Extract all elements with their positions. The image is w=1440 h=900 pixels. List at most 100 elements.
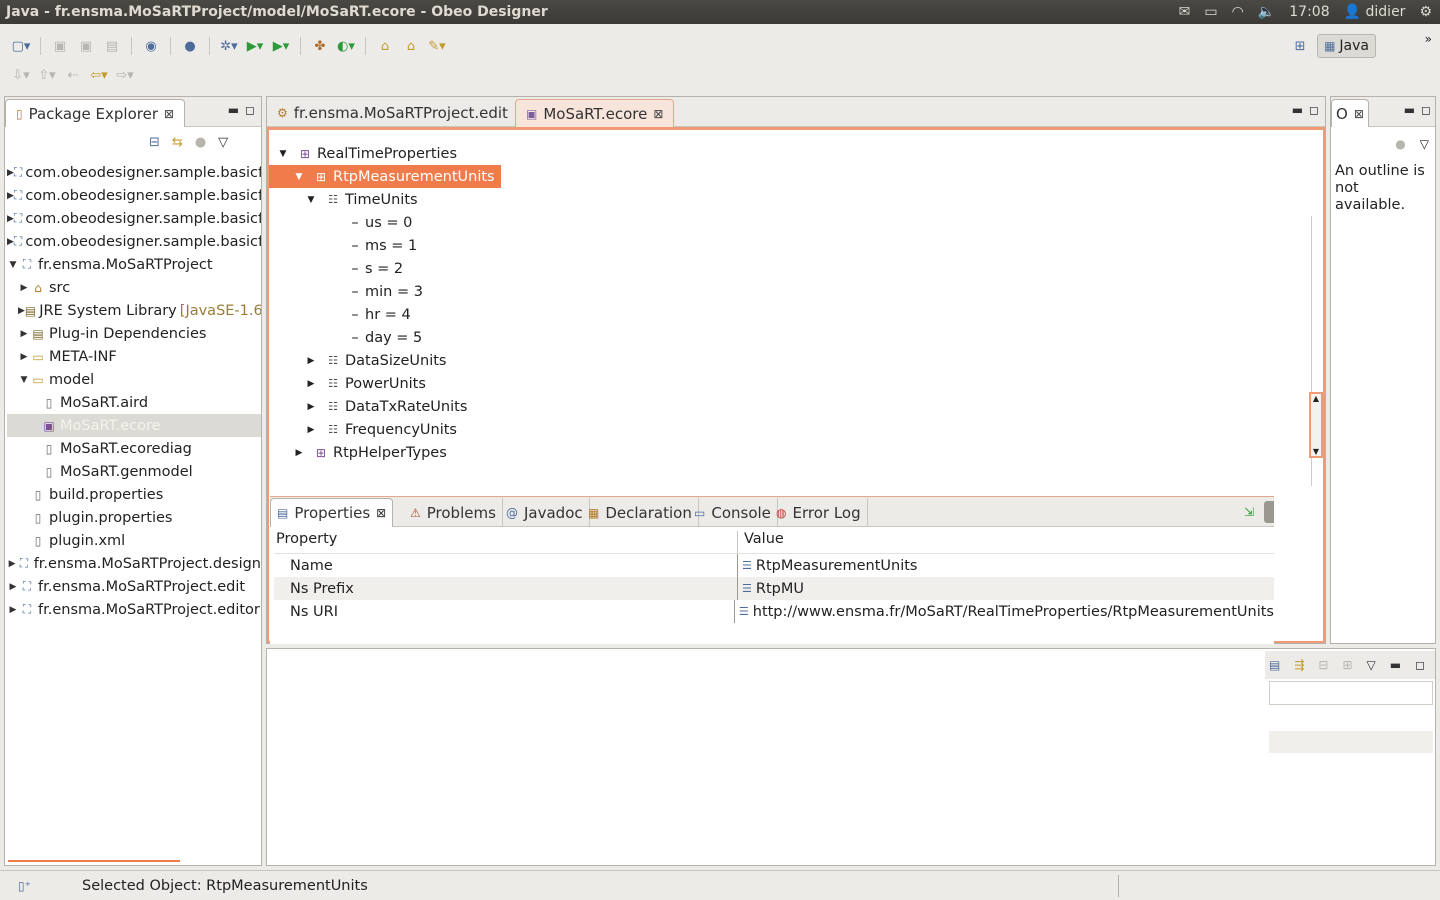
user-menu[interactable]: 👤 didier	[1344, 4, 1406, 20]
tree-item[interactable]: ▼ ▭ model	[7, 368, 261, 391]
tree-item[interactable]: ▶ ⌂ src	[7, 276, 261, 299]
scroll-up-icon[interactable]: ▲	[1313, 394, 1319, 403]
collapsed-arrow-icon[interactable]: ▶	[18, 306, 25, 316]
collapse-icon[interactable]: ⊟	[1318, 658, 1328, 672]
clock[interactable]: 17:08	[1289, 4, 1329, 20]
collapsed-arrow-icon[interactable]: ▶	[305, 379, 317, 389]
tree-item[interactable]: ▯ MoSaRT.aird	[7, 391, 261, 414]
collapsed-arrow-icon[interactable]: ▶	[7, 168, 14, 178]
ecore-tree-item[interactable]: ▶ ☷ PowerUnits	[305, 372, 426, 395]
run-icon[interactable]: ▶▾	[244, 35, 266, 57]
property-value-cell[interactable]: ☰ RtpMeasurementUnits	[738, 558, 917, 574]
last-edit-icon[interactable]: ⇠	[62, 64, 84, 86]
save-all-icon[interactable]: ▣	[75, 35, 97, 57]
expand-icon[interactable]: ⊞	[1342, 658, 1352, 672]
expanded-arrow-icon[interactable]: ▼	[18, 375, 30, 385]
column-header-property[interactable]: Property	[274, 531, 738, 553]
column-header-value[interactable]: Value	[738, 531, 784, 553]
maximize-icon[interactable]: ◻	[245, 103, 255, 117]
table-row[interactable]: Name ☰ RtpMeasurementUnits	[274, 554, 1274, 577]
collapsed-arrow-icon[interactable]: ▶	[7, 214, 14, 224]
ecore-tree-item[interactable]: ▶ ☷ DataTxRateUnits	[305, 395, 468, 418]
chevron-right-icon[interactable]: »	[1425, 32, 1432, 46]
scroll-down-icon[interactable]: ▼	[1313, 447, 1319, 456]
collapsed-arrow-icon[interactable]: ▶	[305, 402, 317, 412]
tab-edit-project[interactable]: ⚙ fr.ensma.MoSaRTProject.edit	[267, 99, 518, 127]
expanded-arrow-icon[interactable]: ▼	[7, 260, 19, 270]
tab-problems[interactable]: ⚠ Problems	[404, 498, 503, 527]
view-menu-icon[interactable]: ▽	[1420, 137, 1429, 151]
collapsed-arrow-icon[interactable]: ▶	[7, 191, 14, 201]
ecore-tree-item[interactable]: – s = 2	[329, 257, 403, 280]
minimize-icon[interactable]: ▬	[228, 103, 239, 117]
tree-item[interactable]: ▶ ⛶ com.obeodesigner.sample.basicf	[7, 207, 261, 230]
run-external-icon[interactable]: ▶▾	[270, 35, 292, 57]
perspective-java-button[interactable]: ▦ Java	[1317, 34, 1376, 58]
close-icon[interactable]: ⊠	[164, 107, 174, 121]
sphere-icon[interactable]: ●	[179, 35, 201, 57]
battery-icon[interactable]: ▭	[1204, 4, 1217, 20]
tree-item[interactable]: ▶ ⛶ fr.ensma.MoSaRTProject.editor	[7, 598, 261, 621]
link-editor-icon[interactable]: ⇆	[172, 135, 183, 150]
tree-item[interactable]: ▶ ⛶ fr.ensma.MoSaRTProject.design	[7, 552, 261, 575]
tree-item[interactable]: ▯ plugin.properties	[7, 506, 261, 529]
view-menu-button[interactable]	[1264, 501, 1274, 523]
tree-item[interactable]: ▯ MoSaRT.ecorediag	[7, 437, 261, 460]
ecore-tree-item[interactable]: ▶ ☷ DataSizeUnits	[305, 349, 447, 372]
minimize-icon[interactable]: ▬	[1292, 103, 1303, 117]
tree-item[interactable]: ▯ plugin.xml	[7, 529, 261, 552]
tree-item[interactable]: ▣ MoSaRT.ecore	[7, 414, 261, 437]
maximize-icon[interactable]: ◻	[1415, 658, 1425, 672]
tree-item[interactable]: ▯ MoSaRT.genmodel	[7, 460, 261, 483]
property-value-cell[interactable]: ☰ RtpMU	[738, 581, 804, 597]
open-folder-icon[interactable]: ⌂	[400, 35, 422, 57]
tab-error-log[interactable]: ◍ Error Log	[770, 498, 868, 527]
pin-icon[interactable]: ⇲	[1244, 505, 1254, 519]
fast-view-icon[interactable]: ▯⁺	[18, 879, 38, 893]
prev-annotation-icon[interactable]: ⇧▾	[36, 64, 58, 86]
ecore-tree-item[interactable]: – us = 0	[329, 211, 412, 234]
open-perspective-icon[interactable]: ⊞	[1289, 35, 1311, 57]
collapsed-arrow-icon[interactable]: ▶	[18, 352, 30, 362]
collapsed-arrow-icon[interactable]: ▶	[18, 283, 30, 293]
collapsed-arrow-icon[interactable]: ▶	[293, 448, 305, 458]
tree-item[interactable]: ▶ ⛶ com.obeodesigner.sample.basicf	[7, 184, 261, 207]
tree-item[interactable]: ▶ ⛶ com.obeodesigner.sample.basicf	[7, 230, 261, 253]
scrollbar-thumb[interactable]: ▲ ▼	[1309, 392, 1323, 458]
tab-mosart-ecore[interactable]: ▣ MoSaRT.ecore ⊠	[515, 99, 675, 127]
filter-icon[interactable]: ⇶	[1294, 658, 1304, 672]
ecore-tree-item[interactable]: – day = 5	[329, 326, 422, 349]
collapsed-arrow-icon[interactable]: ▶	[7, 605, 19, 615]
expanded-arrow-icon[interactable]: ▼	[293, 172, 305, 182]
close-icon[interactable]: ⊠	[376, 506, 386, 520]
globe-icon[interactable]: ◉	[140, 35, 162, 57]
focus-icon[interactable]: ●	[195, 135, 206, 150]
tab-javadoc[interactable]: @ Javadoc	[500, 498, 590, 527]
collapse-all-icon[interactable]: ⊟	[149, 135, 160, 150]
close-icon[interactable]: ⊠	[1354, 107, 1364, 121]
tab-declaration[interactable]: ▦ Declaration	[582, 498, 699, 527]
search-icon[interactable]: ✎▾	[426, 35, 448, 57]
ecore-tree-item[interactable]: ▼ ☷ TimeUnits	[305, 188, 418, 211]
forward-icon[interactable]: ⇨▾	[114, 64, 136, 86]
collapsed-arrow-icon[interactable]: ▶	[18, 329, 30, 339]
expanded-arrow-icon[interactable]: ▼	[277, 149, 289, 159]
maximize-icon[interactable]: ◻	[1309, 103, 1319, 117]
mail-icon[interactable]: ✉	[1179, 4, 1191, 20]
tab-outline[interactable]: O ⊠	[1331, 99, 1369, 127]
ecore-tree-item[interactable]: ▼ ⊞ RealTimeProperties	[277, 142, 458, 165]
focus-icon[interactable]: ●	[1395, 137, 1405, 151]
tree-item[interactable]: ▼ ⛶ fr.ensma.MoSaRTProject	[7, 253, 261, 276]
collapsed-arrow-icon[interactable]: ▶	[7, 559, 17, 569]
tree-item[interactable]: ▶ ▤ JRE System Library [JavaSE-1.6]	[7, 299, 261, 322]
next-annotation-icon[interactable]: ⇩▾	[10, 64, 32, 86]
tree-item[interactable]: ▶ ▭ META-INF	[7, 345, 261, 368]
save-icon[interactable]: ▣	[49, 35, 71, 57]
ecore-tree-item[interactable]: ▶ ☷ FrequencyUnits	[305, 418, 457, 441]
debug-icon[interactable]: ✲▾	[218, 35, 240, 57]
collapsed-arrow-icon[interactable]: ▶	[7, 582, 19, 592]
tree-item[interactable]: ▯ build.properties	[7, 483, 261, 506]
back-icon[interactable]: ⇦▾	[88, 64, 110, 86]
ecore-tree-item[interactable]: ▼ ⊞ RtpMeasurementUnits	[269, 165, 501, 188]
layout-icon[interactable]: ▤	[1269, 658, 1280, 672]
